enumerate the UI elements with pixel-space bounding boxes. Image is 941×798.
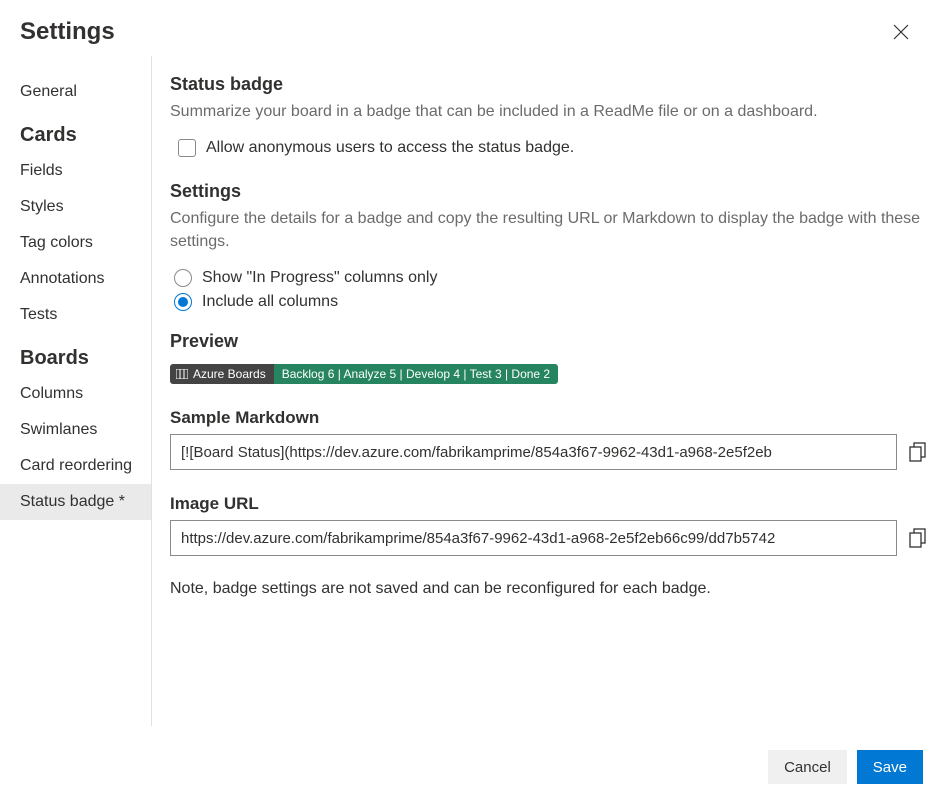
dialog-title: Settings bbox=[20, 18, 115, 46]
sidebar-item-swimlanes[interactable]: Swimlanes bbox=[20, 412, 151, 448]
page-title: Status badge bbox=[170, 74, 927, 95]
sidebar-item-annotations[interactable]: Annotations bbox=[20, 261, 151, 297]
boards-icon bbox=[176, 369, 188, 379]
imageurl-input[interactable] bbox=[170, 520, 897, 556]
include-all-columns-label: Include all columns bbox=[202, 293, 338, 311]
badge-left: Azure Boards bbox=[170, 364, 274, 384]
sidebar-group-boards: Boards bbox=[20, 333, 151, 376]
save-button[interactable]: Save bbox=[857, 750, 923, 784]
main-panel: Status badge Summarize your board in a b… bbox=[152, 56, 941, 726]
in-progress-only-radio[interactable] bbox=[174, 269, 192, 287]
sidebar-item-fields[interactable]: Fields bbox=[20, 153, 151, 189]
markdown-input[interactable] bbox=[170, 434, 897, 470]
settings-description: Configure the details for a badge and co… bbox=[170, 208, 927, 253]
sidebar-item-label: Status badge * bbox=[20, 493, 125, 510]
sidebar-item-styles[interactable]: Styles bbox=[20, 189, 151, 225]
copy-markdown-button[interactable] bbox=[909, 442, 927, 462]
note-text: Note, badge settings are not saved and c… bbox=[170, 580, 927, 598]
badge-left-text: Azure Boards bbox=[193, 364, 266, 384]
preview-title: Preview bbox=[170, 331, 927, 352]
anonymous-access-label: Allow anonymous users to access the stat… bbox=[206, 139, 574, 157]
page-description: Summarize your board in a badge that can… bbox=[170, 101, 927, 123]
sidebar-item-tag-colors[interactable]: Tag colors bbox=[20, 225, 151, 261]
badge-preview: Azure Boards Backlog 6 | Analyze 5 | Dev… bbox=[170, 364, 558, 384]
sidebar-item-tests[interactable]: Tests bbox=[20, 297, 151, 333]
sidebar-item-general[interactable]: General bbox=[20, 74, 151, 110]
sidebar-item-columns[interactable]: Columns bbox=[20, 376, 151, 412]
sidebar-item-status-badge[interactable]: Status badge * bbox=[0, 484, 151, 520]
copy-imageurl-button[interactable] bbox=[909, 528, 927, 548]
anonymous-access-checkbox[interactable] bbox=[178, 139, 196, 157]
sidebar-group-cards: Cards bbox=[20, 110, 151, 153]
settings-subtitle: Settings bbox=[170, 181, 927, 202]
markdown-label: Sample Markdown bbox=[170, 408, 927, 428]
in-progress-only-label: Show "In Progress" columns only bbox=[202, 269, 437, 287]
sidebar: General Cards Fields Styles Tag colors A… bbox=[0, 56, 152, 726]
sidebar-item-card-reordering[interactable]: Card reordering bbox=[20, 448, 151, 484]
cancel-button[interactable]: Cancel bbox=[768, 750, 847, 784]
include-all-columns-radio[interactable] bbox=[174, 293, 192, 311]
imageurl-label: Image URL bbox=[170, 494, 927, 514]
close-icon[interactable] bbox=[893, 24, 909, 40]
badge-right-text: Backlog 6 | Analyze 5 | Develop 4 | Test… bbox=[274, 364, 558, 384]
